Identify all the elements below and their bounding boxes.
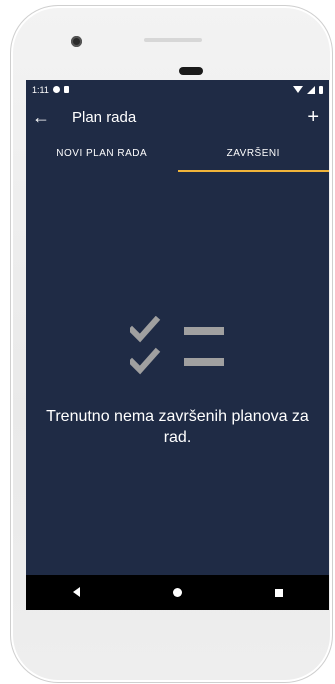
android-nav-bar [26,575,329,610]
empty-state-message: Trenutno nema završenih planova za rad. [46,408,309,446]
triangle-back-icon [73,586,80,597]
status-bar: 1:11 [26,80,329,99]
tab-zavrseni[interactable]: ZAVRŠENI [177,136,330,172]
square-recents-icon [274,588,283,597]
app-screen: 1:11 ← Plan rada + NOVI PLAN RADA ZAVRŠE… [26,80,329,610]
battery-icon [319,85,323,94]
notification-icon [52,86,60,93]
wifi-icon [293,86,303,93]
phone-speaker [144,38,202,42]
nav-recents-button[interactable] [259,586,299,600]
front-camera [71,36,82,47]
tab-novi-plan-rada[interactable]: NOVI PLAN RADA [26,136,178,172]
add-plan-button[interactable]: + [307,99,319,135]
phone-earpiece [179,67,203,75]
sim-icon [63,86,69,93]
circle-home-icon [173,587,182,597]
page-title: Plan rada [72,108,137,126]
tab-bar: NOVI PLAN RADA ZAVRŠENI [26,136,329,172]
arrow-back-icon[interactable]: ← [26,99,56,135]
checklist-icon [130,316,224,375]
nav-home-button[interactable] [158,586,198,600]
signal-icon [307,85,315,94]
app-bar: ← Plan rada + [26,99,329,135]
nav-back-button[interactable] [57,586,97,600]
status-time: 1:11 [32,84,49,95]
